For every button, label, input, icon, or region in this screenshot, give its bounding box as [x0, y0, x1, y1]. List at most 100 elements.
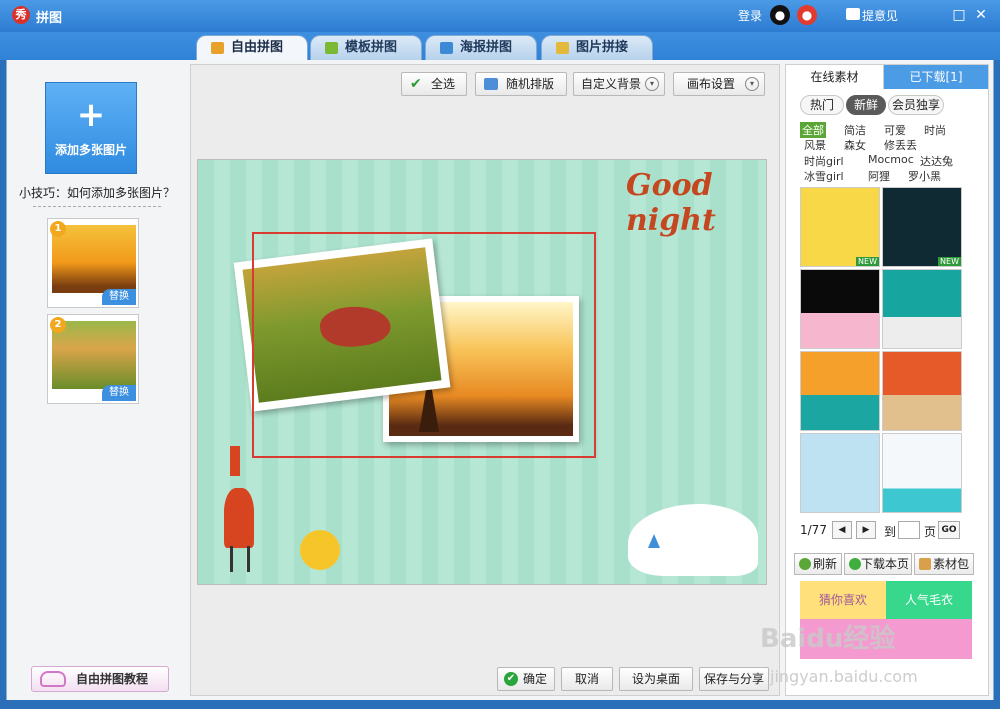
- category-item[interactable]: Mocmoc: [868, 153, 914, 166]
- selection-box[interactable]: [252, 232, 596, 458]
- canvas-settings-dropdown[interactable]: 画布设置 ▾: [673, 72, 765, 96]
- set-as-desktop-button[interactable]: 设为桌面: [619, 667, 693, 691]
- poster-collage-icon: [440, 42, 453, 54]
- new-badge: NEW: [856, 257, 879, 266]
- add-images-label: 添加多张图片: [54, 143, 127, 157]
- sticker-thumbnail[interactable]: [800, 269, 880, 349]
- replace-button[interactable]: 替换: [102, 385, 136, 401]
- layout-icon: [484, 78, 498, 90]
- close-button[interactable]: ✕: [972, 6, 990, 24]
- page-unit-label: 页: [924, 525, 937, 539]
- category-item[interactable]: 时尚: [924, 122, 946, 138]
- category-item[interactable]: 达达兔: [920, 153, 953, 169]
- thumbnail-number-badge: 2: [50, 317, 66, 333]
- divider: [33, 206, 161, 207]
- tab-free-collage[interactable]: 自由拼图: [196, 35, 308, 60]
- goto-label: 到: [884, 525, 897, 539]
- free-collage-tutorial-button[interactable]: 自由拼图教程: [31, 666, 169, 692]
- random-layout-label: 随机排版: [505, 77, 554, 91]
- tab-template-collage[interactable]: 模板拼图: [310, 35, 422, 60]
- package-icon: [919, 558, 931, 570]
- reading-girl-thumbnail: [52, 321, 136, 389]
- hand-icon: [40, 671, 66, 687]
- refresh-button[interactable]: 刷新: [794, 553, 842, 575]
- sticker-thumbnail[interactable]: NEW: [800, 187, 880, 267]
- refresh-label: 刷新: [812, 557, 837, 571]
- app-logo-icon: 秀: [12, 6, 30, 24]
- tab-label: 图片拼接: [576, 40, 629, 55]
- thumbnail-number-badge: 1: [50, 221, 66, 237]
- weibo-icon[interactable]: ●: [797, 5, 817, 25]
- title-bar: 秀 拼图 登录 ● ● 提意见 □ ✕: [0, 0, 1000, 32]
- sticker-thumbnail[interactable]: [882, 351, 962, 431]
- sticker-thumbnail[interactable]: NEW: [882, 187, 962, 267]
- download-page-button[interactable]: 下载本页: [844, 553, 912, 575]
- category-item[interactable]: 冰雪girl: [804, 168, 844, 184]
- tab-label: 自由拼图: [231, 40, 284, 55]
- add-multiple-images-button[interactable]: + 添加多张图片: [45, 82, 137, 174]
- free-collage-icon: [211, 42, 224, 54]
- feedback-icon: [846, 8, 860, 20]
- category-item[interactable]: 修丢丢: [884, 137, 917, 153]
- image-list-panel: + 添加多张图片 小技巧：如何添加多张图片？ 1 替换 2 替换 自由拼图教程: [7, 60, 185, 700]
- filter-hot[interactable]: 热门: [800, 95, 844, 115]
- collage-canvas[interactable]: Good night: [197, 159, 767, 585]
- category-item[interactable]: 阿狸: [868, 168, 890, 184]
- page-indicator: 1/77: [800, 523, 827, 537]
- page-number-input[interactable]: [898, 521, 920, 539]
- login-link[interactable]: 登录: [738, 7, 762, 24]
- save-and-share-button[interactable]: 保存与分享: [699, 667, 769, 691]
- banner-popular-sweaters[interactable]: 人气毛衣: [886, 581, 972, 619]
- coat-shape: [224, 488, 254, 548]
- yellow-ball-decoration: [300, 530, 340, 570]
- confirm-button[interactable]: ✔ 确定: [497, 667, 555, 691]
- maximize-button[interactable]: □: [950, 6, 968, 24]
- filter-new[interactable]: 新鲜: [846, 95, 886, 115]
- tab-poster-collage[interactable]: 海报拼图: [425, 35, 537, 60]
- material-pack-button[interactable]: 素材包: [914, 553, 974, 575]
- main-window: + 添加多张图片 小技巧：如何添加多张图片？ 1 替换 2 替换 自由拼图教程 …: [6, 60, 994, 700]
- banner-guess-you-like[interactable]: 猜你喜欢: [800, 581, 886, 619]
- confirm-label: 确定: [522, 672, 547, 686]
- tab-online-materials[interactable]: 在线素材: [786, 65, 884, 89]
- mode-tab-bar: 自由拼图 模板拼图 海报拼图 图片拼接: [0, 32, 1000, 60]
- category-item[interactable]: 简洁: [844, 122, 866, 138]
- walking-character-decoration: [220, 446, 270, 576]
- category-item[interactable]: 风景: [804, 137, 826, 153]
- editor-panel: ✔ 全选 随机排版 自定义背景 ▾ 画布设置 ▾ Good night ✔ 确定…: [190, 64, 780, 696]
- image-stitch-icon: [556, 42, 569, 54]
- goodnight-decoration: Good night: [626, 168, 716, 238]
- qq-icon[interactable]: ●: [770, 5, 790, 25]
- tutorial-label: 自由拼图教程: [76, 672, 149, 686]
- cancel-button[interactable]: 取消: [561, 667, 613, 691]
- sticker-thumbnail[interactable]: [882, 269, 962, 349]
- sticker-thumbnail[interactable]: [882, 433, 962, 513]
- custom-background-dropdown[interactable]: 自定义背景 ▾: [573, 72, 665, 96]
- tab-image-stitch[interactable]: 图片拼接: [541, 35, 653, 60]
- category-item[interactable]: 森女: [844, 137, 866, 153]
- category-item[interactable]: 时尚girl: [804, 153, 844, 169]
- sticker-thumbnail[interactable]: [800, 351, 880, 431]
- next-page-button[interactable]: ▶: [856, 521, 876, 539]
- filter-vip[interactable]: 会员独享: [888, 95, 944, 115]
- window-title: 拼图: [36, 11, 63, 26]
- party-hat-shape: [648, 534, 660, 548]
- category-all[interactable]: 全部: [800, 122, 826, 138]
- sticker-thumbnail[interactable]: [800, 433, 880, 513]
- tip-link[interactable]: 小技巧：如何添加多张图片？: [19, 184, 175, 201]
- plus-icon: +: [76, 95, 106, 135]
- replace-button[interactable]: 替换: [102, 289, 136, 305]
- go-button[interactable]: GO: [938, 521, 960, 539]
- select-all-button[interactable]: ✔ 全选: [401, 72, 467, 96]
- image-thumbnail[interactable]: 2 替换: [47, 314, 139, 404]
- chevron-down-icon: ▾: [645, 77, 659, 91]
- image-thumbnail[interactable]: 1 替换: [47, 218, 139, 308]
- category-item[interactable]: 可爱: [884, 122, 906, 138]
- polar-bear-decoration: [628, 504, 758, 576]
- category-item[interactable]: 罗小黑: [908, 168, 941, 184]
- prev-page-button[interactable]: ◀: [832, 521, 852, 539]
- feedback-link[interactable]: 提意见: [862, 7, 898, 24]
- material-pack-label: 素材包: [932, 557, 969, 571]
- random-layout-button[interactable]: 随机排版: [475, 72, 567, 96]
- tab-downloaded[interactable]: 已下载[1]: [884, 65, 988, 89]
